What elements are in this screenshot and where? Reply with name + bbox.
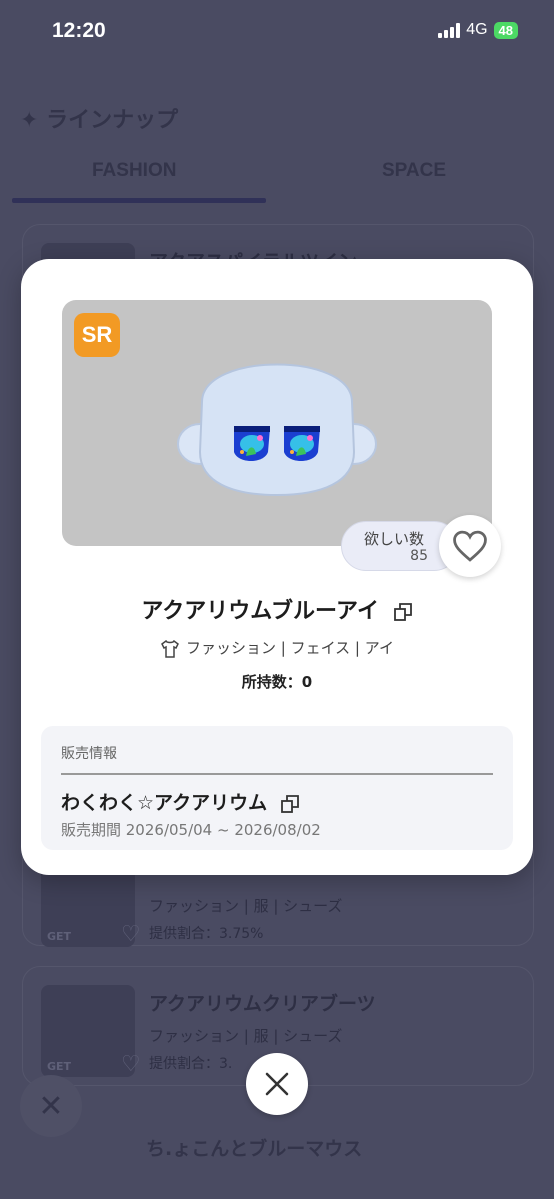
item-name: ち.ょこんとブルーマウス (146, 1138, 363, 1160)
heart-icon (453, 530, 487, 562)
item-title: アクアリウムブルーアイ (21, 593, 533, 625)
close-button[interactable] (246, 1053, 308, 1115)
category-tabs: FASHION SPACE (12, 160, 542, 206)
heart-icon[interactable]: ♡ (121, 922, 141, 947)
item-detail-modal: SR 欲しい数 85 アクアリウムブルーアイ ファッション | フェイス | ア… (21, 259, 533, 875)
section-title: ✦ ラインナップ (20, 108, 179, 133)
get-badge: GET (47, 930, 72, 943)
heart-icon[interactable]: ♡ (121, 1052, 141, 1077)
sale-event-name: わくわく☆アクアリウム (61, 788, 300, 815)
favorite-button[interactable] (439, 515, 501, 577)
item-category: ファッション | 服 | シューズ (149, 1027, 343, 1045)
close-icon (265, 1072, 289, 1096)
copy-icon[interactable] (393, 602, 413, 622)
item-rate: 提供割合：3.75% (149, 926, 264, 942)
item-rate: 提供割合：3. (149, 1056, 233, 1072)
item-thumbnail: GET ♡ (41, 985, 141, 1077)
get-badge: GET (47, 1060, 72, 1073)
divider (61, 773, 493, 775)
tab-fashion[interactable]: FASHION (92, 160, 176, 182)
item-category: ファッション | 服 | シューズ (149, 897, 343, 915)
tab-space[interactable]: SPACE (382, 160, 446, 182)
tab-underline (12, 198, 266, 203)
item-preview: SR (62, 300, 492, 546)
item-name: アクアリウムクリアブーツ (149, 993, 376, 1015)
shirt-icon (161, 639, 179, 658)
copy-icon[interactable] (280, 794, 300, 814)
sale-info-panel: 販売情報 わくわく☆アクアリウム 販売期間 2026/05/04 ~ 2026/… (41, 726, 513, 850)
want-count: 85 (410, 548, 428, 564)
item-category: ファッション | フェイス | アイ (21, 637, 533, 658)
rarity-badge: SR (74, 313, 120, 357)
close-icon: ✕ (20, 1075, 82, 1137)
owned-count: 所持数：0 (241, 673, 313, 691)
avatar-preview (177, 363, 377, 497)
want-label: 欲しい数 (364, 530, 425, 548)
sparkle-icon: ✦ (20, 108, 39, 133)
sale-header: 販売情報 (61, 746, 117, 762)
sale-period: 販売期間 2026/05/04 ~ 2026/08/02 (61, 821, 321, 839)
